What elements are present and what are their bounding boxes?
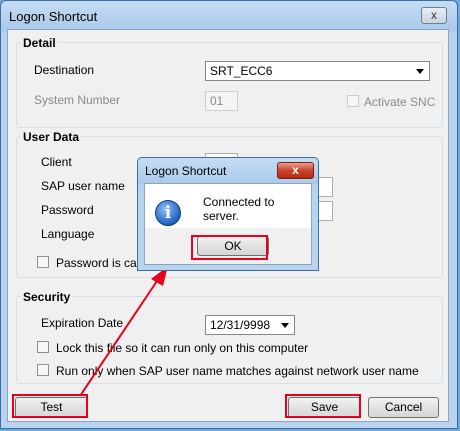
info-icon: i bbox=[155, 200, 181, 226]
activate-snc-label: Activate SNC bbox=[364, 95, 436, 109]
run-only-label: Run only when SAP user name matches agai… bbox=[56, 364, 419, 378]
dialog-close-button[interactable]: x bbox=[277, 162, 314, 179]
dialog-title: Logon Shortcut bbox=[145, 164, 227, 178]
save-button-highlight bbox=[285, 394, 361, 418]
security-group-title: Security bbox=[21, 290, 73, 304]
password-case-label: Password is case bbox=[56, 256, 150, 270]
destination-value: SRT_ECC6 bbox=[210, 64, 273, 78]
ok-button-highlight bbox=[191, 235, 268, 260]
detail-group bbox=[16, 42, 443, 128]
chevron-down-icon bbox=[416, 69, 424, 74]
expiration-date-label: Expiration Date bbox=[41, 316, 124, 330]
lock-file-label: Lock this file so it can run only on thi… bbox=[56, 341, 309, 355]
system-number-label: System Number bbox=[34, 93, 121, 107]
activate-snc-checkbox[interactable] bbox=[347, 95, 359, 107]
lock-file-checkbox[interactable] bbox=[37, 341, 49, 353]
window-title: Logon Shortcut bbox=[9, 9, 98, 24]
dialog-message: Connected to server. bbox=[203, 195, 275, 223]
title-bar[interactable]: Logon Shortcut x bbox=[1, 1, 457, 31]
window-close-button[interactable]: x bbox=[421, 7, 447, 24]
detail-group-title: Detail bbox=[21, 36, 58, 50]
system-number-field[interactable]: 01 bbox=[205, 91, 238, 111]
cancel-button[interactable]: Cancel bbox=[368, 397, 439, 418]
sap-user-name-label: SAP user name bbox=[41, 179, 125, 193]
destination-select[interactable]: SRT_ECC6 bbox=[205, 61, 430, 81]
expiration-date-value: 12/31/9998 bbox=[210, 318, 271, 332]
chevron-down-icon bbox=[281, 323, 289, 328]
password-case-checkbox[interactable] bbox=[37, 256, 49, 268]
user-data-group-title: User Data bbox=[21, 130, 82, 144]
password-label: Password bbox=[41, 203, 94, 217]
destination-label: Destination bbox=[34, 63, 95, 77]
run-only-checkbox[interactable] bbox=[37, 364, 49, 376]
client-label: Client bbox=[41, 155, 72, 169]
expiration-date-picker[interactable]: 12/31/9998 bbox=[205, 315, 295, 335]
language-label: Language bbox=[41, 227, 95, 241]
test-button-highlight bbox=[12, 394, 88, 418]
